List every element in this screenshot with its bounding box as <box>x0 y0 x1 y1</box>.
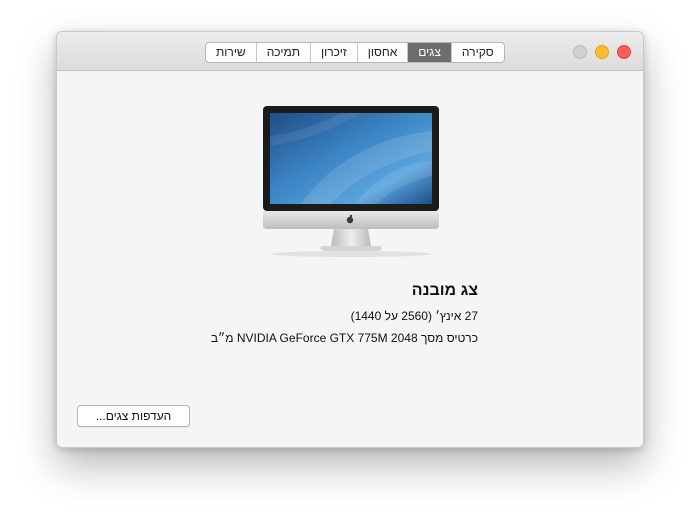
tab-storage[interactable]: אחסון <box>356 43 408 62</box>
display-name: צג מובנה <box>411 282 478 299</box>
tab-service[interactable]: שירות <box>206 43 256 62</box>
graphics-card: כרטיס מסך NVIDIA GeForce GTX 775M 2048 מ… <box>210 331 478 345</box>
tab-displays[interactable]: צגים <box>407 43 451 62</box>
display-size-resolution: 27 אינץ׳ (2560 על 1440) <box>350 309 478 323</box>
window-controls <box>573 45 631 59</box>
imac-display-icon <box>263 106 439 257</box>
tab-overview[interactable]: סקירה <box>450 43 504 62</box>
display-info: צג מובנה 27 אינץ׳ (2560 על 1440) כרטיס מ… <box>211 282 478 353</box>
about-this-mac-window: סקירה צגים אחסון זיכרון תמיכה שירות צג מ… <box>56 31 644 448</box>
title-bar: סקירה צגים אחסון זיכרון תמיכה שירות <box>57 32 643 71</box>
tab-memory[interactable]: זיכרון <box>310 43 357 62</box>
tab-support[interactable]: תמיכה <box>255 43 310 62</box>
zoom-button <box>573 45 587 59</box>
display-preferences-button[interactable]: העדפות צגים... <box>77 405 190 427</box>
tab-bar: סקירה צגים אחסון זיכרון תמיכה שירות <box>205 42 505 63</box>
minimize-button[interactable] <box>595 45 609 59</box>
close-button[interactable] <box>617 45 631 59</box>
